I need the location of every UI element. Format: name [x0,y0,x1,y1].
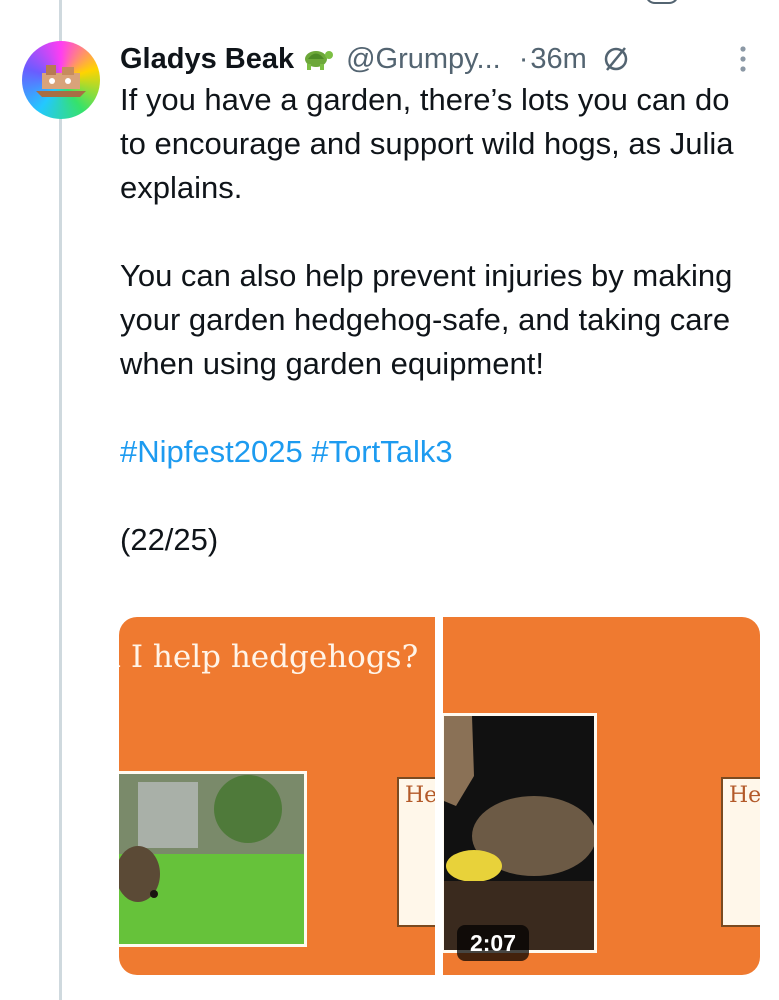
hashtag-link[interactable]: #TortTalk3 [311,434,452,469]
slide-title: n I help hedgehogs? [119,639,419,675]
media-thumbnail-left[interactable]: n I help hedgehogs? He [119,617,435,975]
easel-sign-text: He [405,783,435,808]
media-grid: n I help hedgehogs? He He [119,617,760,975]
media-thumbnail-right[interactable]: He [443,617,760,975]
avatar-image [36,65,86,97]
hashtag-link[interactable]: #Nipfest2025 [120,434,303,469]
turtle-icon [300,44,334,74]
easel-sign-left: He [397,777,435,927]
avatar[interactable] [22,41,100,119]
thread-connector-line [59,0,62,1000]
timestamp[interactable]: 36m [530,43,586,76]
media-divider [435,617,443,975]
hedgehog-photo [443,713,597,953]
display-name[interactable]: Gladys Beak [120,43,294,76]
tweet-paragraph-2: You can also help prevent injuries by ma… [120,258,733,381]
hashtags: #Nipfest2025 #TortTalk3 [120,430,760,474]
garden-photo [119,771,307,947]
easel-sign-right: He [721,777,760,927]
user-handle[interactable]: @Grumpy... [346,43,501,76]
tweet-paragraph-1: If you have a garden, there’s lots you c… [120,82,734,205]
thread-counter: (22/25) [120,522,219,557]
tweet-header: Gladys Beak @Grumpy... · 36m [120,36,631,82]
tweet-text: If you have a garden, there’s lots you c… [120,78,760,562]
video-duration-badge: 2:07 [457,925,529,961]
previous-tweet-icon-fragment [645,0,679,4]
circle-slash-icon [601,44,631,74]
separator-dot: · [518,42,529,75]
easel-sign-text: He [729,783,760,808]
more-vertical-icon[interactable] [735,44,751,79]
